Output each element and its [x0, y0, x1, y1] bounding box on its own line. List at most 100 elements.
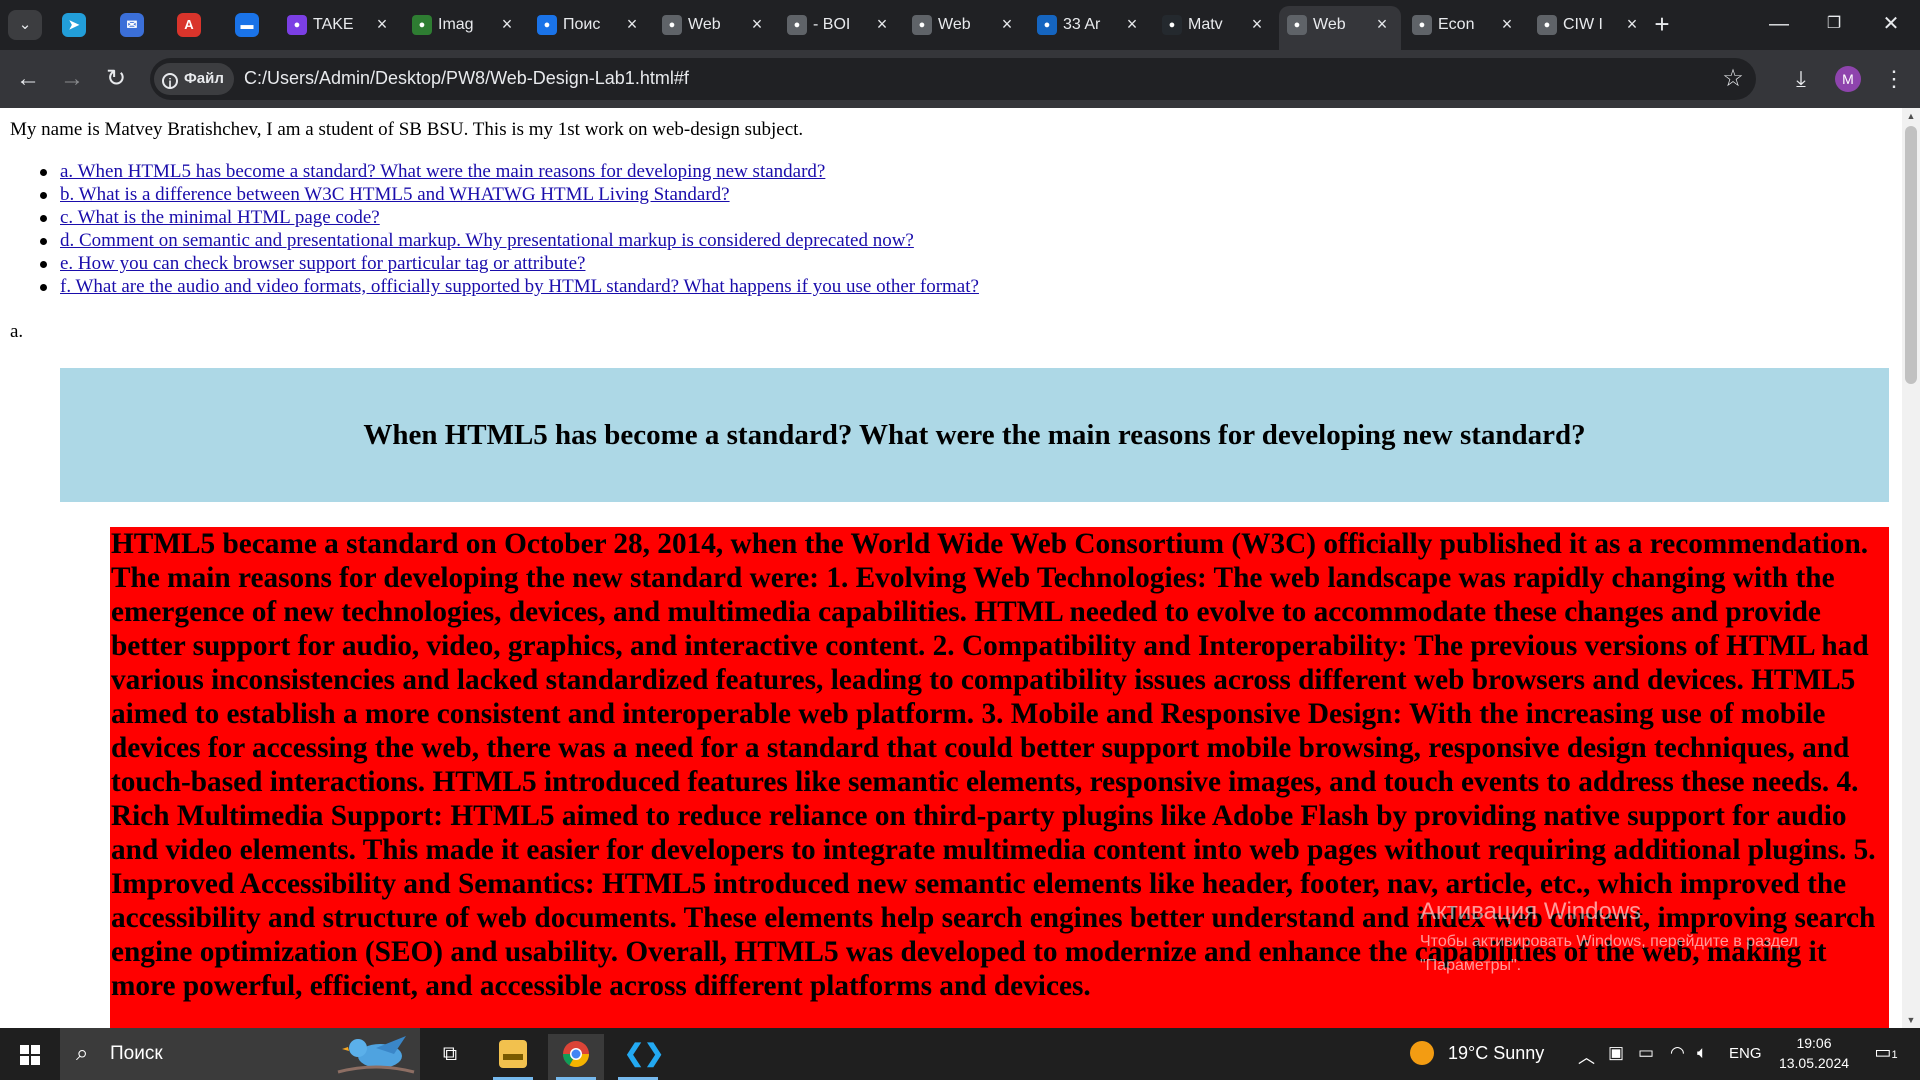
show-hidden-icons-button[interactable]: ︿ — [1578, 1043, 1595, 1068]
restore-icon: ❐ — [1826, 15, 1842, 32]
tab-title: Imag — [438, 16, 474, 33]
sun-icon — [1410, 1041, 1434, 1065]
scroll-down-arrow-icon[interactable]: ▼ — [1902, 1012, 1920, 1028]
close-icon: ✕ — [1882, 13, 1900, 35]
section-marker: a. — [10, 321, 24, 342]
browser-tab[interactable]: ● TAKE × — [279, 8, 401, 42]
browser-tab[interactable]: ● CIW I × — [1529, 8, 1651, 42]
pinned-tab-4[interactable]: ▬ — [235, 13, 259, 37]
url-text[interactable]: C:/Users/Admin/Desktop/PW8/Web-Design-La… — [244, 68, 689, 89]
browser-tab[interactable]: ● 33 Ar × — [1029, 8, 1151, 42]
windows-logo-icon — [20, 1045, 40, 1065]
pinned-tab-2[interactable]: ✉ — [120, 13, 144, 37]
notifications-button[interactable]: ▭1 — [1872, 1042, 1900, 1066]
forward-button[interactable]: → — [56, 63, 88, 95]
task-view-button[interactable]: ⧉ — [422, 1034, 478, 1080]
scrollbar-thumb[interactable] — [1905, 126, 1917, 384]
language-indicator[interactable]: ENG — [1729, 1045, 1762, 1062]
tab-title: Web — [1313, 16, 1346, 33]
new-tab-button[interactable]: + — [1648, 11, 1676, 39]
site-info-chip[interactable]: i Файл — [154, 63, 234, 95]
browser-tab[interactable]: ● Web × — [654, 8, 776, 42]
weather-widget[interactable]: 19°C Sunny — [1410, 1041, 1544, 1065]
mail-icon: ● — [537, 15, 557, 35]
toc-link-e[interactable]: e. How you can check browser support for… — [60, 253, 585, 274]
star-icon: ☆ — [1722, 65, 1744, 92]
pinned-tab-3[interactable]: A — [177, 13, 201, 37]
toc-link-d[interactable]: d. Comment on semantic and presentationa… — [60, 230, 914, 251]
close-tab-icon[interactable]: × — [1621, 13, 1643, 35]
meet-now-icon[interactable]: ▣ — [1608, 1043, 1624, 1063]
notification-count: 1 — [1891, 1049, 1898, 1061]
close-tab-icon[interactable]: × — [1371, 13, 1393, 35]
intro-text: My name is Matvey Bratishchev, I am a st… — [10, 119, 804, 140]
document-icon: ● — [1412, 15, 1432, 35]
browser-tab[interactable]: ● Поис × — [529, 8, 651, 42]
arrow-left-icon: ← — [16, 65, 40, 92]
close-tab-icon[interactable]: × — [1496, 13, 1518, 35]
close-tab-icon[interactable]: × — [371, 13, 393, 35]
toc-link-b[interactable]: b. What is a difference between W3C HTML… — [60, 184, 730, 205]
chevron-down-icon: ⌄ — [18, 16, 32, 33]
minimize-button[interactable]: — — [1754, 8, 1804, 40]
toc-item: b. What is a difference between W3C HTML… — [40, 183, 979, 206]
windows-activation-watermark: Активация Windows Чтобы активировать Win… — [1420, 898, 1860, 978]
question-heading-box: When HTML5 has become a standard? What w… — [60, 368, 1889, 502]
start-button[interactable] — [0, 1028, 60, 1080]
close-window-button[interactable]: ✕ — [1866, 8, 1916, 40]
wifi-icon[interactable]: ◠ — [1670, 1043, 1685, 1063]
volume-icon[interactable]: 🔈︎ — [1697, 1043, 1707, 1063]
telegram-icon: ➤ — [68, 17, 80, 32]
telegram-pinned-tab[interactable]: ➤ — [62, 13, 86, 37]
back-button[interactable]: ← — [12, 63, 44, 95]
question-heading: When HTML5 has become a standard? What w… — [363, 419, 1586, 451]
taskbar-search-box[interactable]: ⌕ Поиск — [60, 1028, 420, 1080]
battery-icon[interactable]: ▭ — [1638, 1043, 1654, 1063]
close-tab-icon[interactable]: × — [496, 13, 518, 35]
browser-tab[interactable]: ● Econ × — [1404, 8, 1526, 42]
tab-title: Web — [938, 16, 971, 33]
browser-tab[interactable]: ● Matv × — [1154, 8, 1276, 42]
downloads-button[interactable]: ⤓ — [1785, 63, 1817, 95]
browser-tab[interactable]: ● - BOI × — [779, 8, 901, 42]
close-tab-icon[interactable]: × — [746, 13, 768, 35]
close-tab-icon[interactable]: × — [1121, 13, 1143, 35]
scroll-up-arrow-icon[interactable]: ▲ — [1902, 108, 1920, 124]
toc-link-f[interactable]: f. What are the audio and video formats,… — [60, 276, 979, 297]
page-scrollbar[interactable]: ▲ ▼ — [1902, 108, 1920, 1028]
close-tab-icon[interactable]: × — [1246, 13, 1268, 35]
close-tab-icon[interactable]: × — [621, 13, 643, 35]
github-icon: ● — [1162, 15, 1182, 35]
tab-search-button[interactable]: ⌄ — [8, 10, 42, 40]
close-tab-icon[interactable]: × — [871, 13, 893, 35]
toc-link-c[interactable]: c. What is the minimal HTML page code? — [60, 207, 380, 228]
clock-date: 13.05.2024 — [1778, 1055, 1850, 1071]
toc-link-a[interactable]: a. When HTML5 has become a standard? Wha… — [60, 161, 825, 182]
globe-icon: ● — [1287, 15, 1307, 35]
browser-tab[interactable]: ● Imag × — [404, 8, 526, 42]
address-bar[interactable]: i Файл C:/Users/Admin/Desktop/PW8/Web-Des… — [150, 58, 1756, 100]
browser-tab[interactable]: ● Web × — [904, 8, 1026, 42]
folder-icon: ▬ — [499, 1040, 527, 1068]
browser-menu-button[interactable]: ⋮ — [1878, 63, 1910, 95]
vscode-taskbar-button[interactable]: ❮❯ — [610, 1034, 666, 1080]
clock-time: 19:06 — [1796, 1035, 1832, 1051]
file-explorer-taskbar-button[interactable]: ▬ — [485, 1034, 541, 1080]
profile-avatar[interactable]: M — [1835, 66, 1861, 92]
browser-tab[interactable]: ● Web × — [1279, 6, 1401, 50]
notification-icon: ▭ — [1874, 1042, 1892, 1062]
app-icon: ● — [287, 15, 307, 35]
taskbar-clock[interactable]: 19:06 13.05.2024 — [1766, 1033, 1862, 1073]
toc-item: c. What is the minimal HTML page code? — [40, 206, 979, 229]
close-tab-icon[interactable]: × — [996, 13, 1018, 35]
page-viewport: My name is Matvey Bratishchev, I am a st… — [0, 108, 1902, 1028]
chrome-taskbar-button[interactable] — [548, 1034, 604, 1080]
reload-button[interactable]: ↻ — [100, 63, 132, 95]
browser-toolbar: ← → ↻ i Файл C:/Users/Admin/Desktop/PW8/W… — [0, 50, 1920, 108]
bullet-icon — [40, 192, 47, 199]
bookmark-star-button[interactable]: ☆ — [1718, 64, 1748, 94]
vscode-icon: ❮❯ — [624, 1040, 665, 1067]
app-icon: ✉ — [126, 17, 138, 32]
restore-button[interactable]: ❐ — [1809, 8, 1859, 40]
task-view-icon: ⧉ — [442, 1043, 458, 1065]
